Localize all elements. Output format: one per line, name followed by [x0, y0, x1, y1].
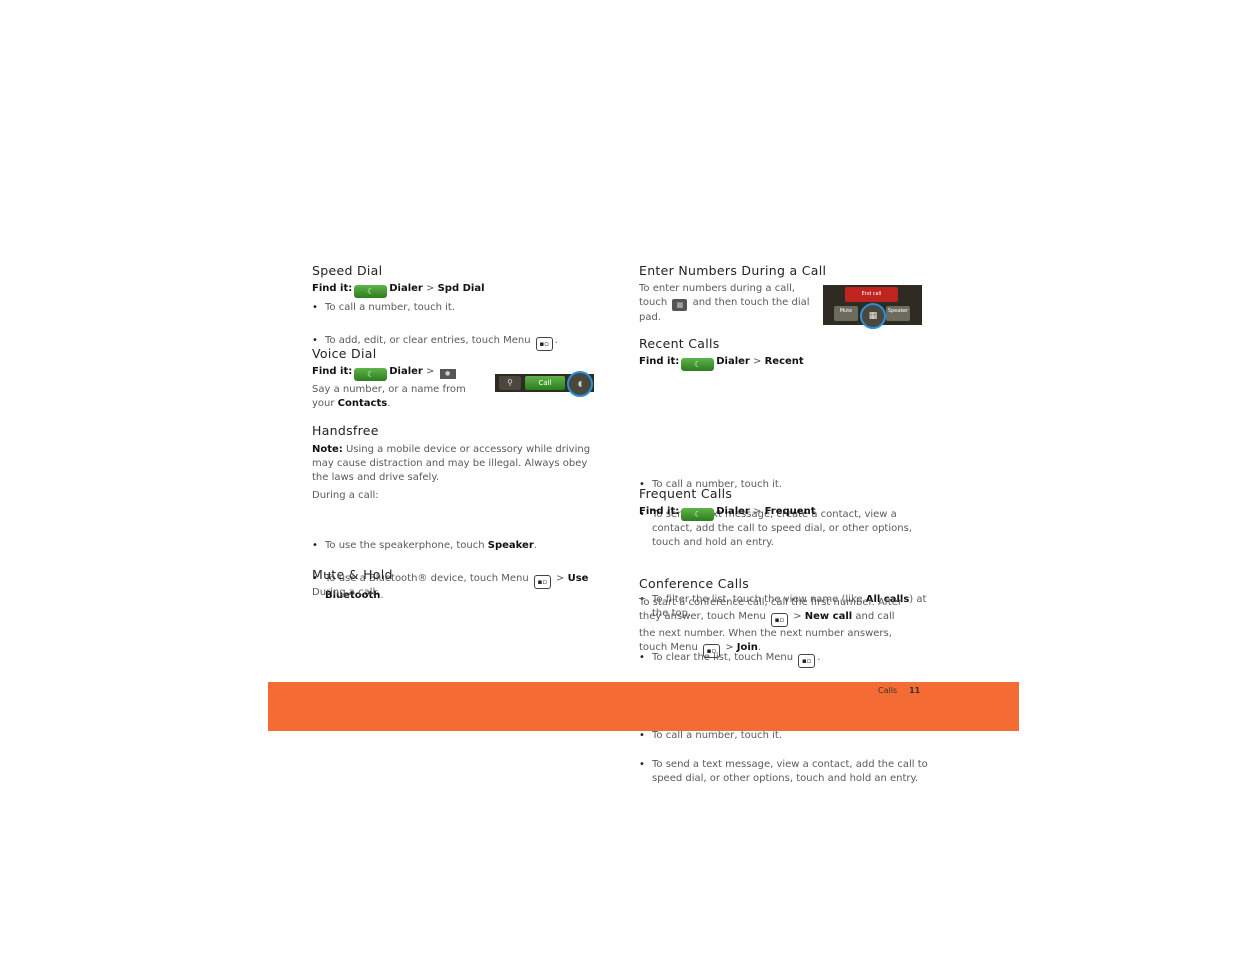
text: > [749, 356, 765, 367]
bold-text: New call [804, 611, 853, 622]
text: To send a text message, view a contact, … [652, 759, 928, 784]
text: . [554, 335, 558, 346]
bold-text: Join [736, 642, 758, 653]
mute-image: Mute [834, 306, 858, 321]
text: > [722, 642, 737, 653]
enter-numbers-body: To enter numbers during a call, touch ▦ … [639, 282, 817, 325]
page-number: 11 [909, 686, 921, 695]
heading-conference-calls: Conference Calls [639, 576, 750, 591]
bullet: To call a number, touch it. [639, 729, 937, 743]
heading-voice-dial: Voice Dial [312, 346, 377, 361]
text: > [749, 506, 765, 517]
text: . [757, 642, 762, 653]
text: > [790, 611, 805, 622]
text: Using a mobile device or accessory while… [312, 444, 591, 483]
text: To call a number, touch it. [325, 302, 456, 313]
bold-text: Dialer [716, 356, 750, 367]
bold-text: Find it: [312, 283, 353, 294]
footer: Calls 11 [878, 686, 920, 695]
bold-text: Dialer [389, 366, 423, 377]
phone-icon: ☾ [354, 368, 388, 381]
during-call-label: During a call: [312, 490, 379, 501]
text: > [422, 283, 438, 294]
bullet: To call a number, touch it. [312, 301, 605, 315]
menu-icon: ▪▫ [535, 337, 553, 351]
footer-section: Calls [878, 686, 898, 695]
voice-dial-body: Say a number, or a name from your Contac… [312, 383, 477, 411]
phone-icon: ☾ [681, 358, 715, 371]
menu-icon: ▪▫ [771, 613, 789, 627]
bold-text: Recent [764, 356, 804, 367]
conference-body: To start a conference call, call the fir… [639, 596, 914, 658]
heading-enter-numbers: Enter Numbers During a Call [639, 263, 827, 278]
speaker-image: Speaker [886, 306, 910, 321]
handsfree-note: Note: Using a mobile device or accessory… [312, 443, 597, 485]
find-it-frequent: Find it: ☾ Dialer > Frequent [639, 505, 815, 521]
call-button-image: Call [525, 376, 565, 390]
text: To call a number, touch it. [652, 730, 783, 741]
heading-speed-dial: Speed Dial [312, 263, 383, 278]
bold-text: Frequent [764, 506, 816, 517]
menu-icon: ▪▫ [533, 575, 551, 589]
bold-text: Spd Dial [437, 283, 485, 294]
bold-text: Speaker [487, 540, 534, 551]
text: To add, edit, or clear entries, touch Me… [325, 335, 534, 346]
phone-icon: ☾ [681, 508, 715, 521]
text: . [387, 398, 391, 409]
heading-handsfree: Handsfree [312, 423, 379, 438]
bullet: To send a text message, view a contact, … [639, 758, 937, 786]
bold-text: Dialer [716, 506, 750, 517]
find-it-speed-dial: Find it: ☾ Dialer > Spd Dial [312, 282, 485, 298]
bullet: To use the speakerphone, touch Speaker. [312, 539, 605, 553]
bold-text: Dialer [389, 283, 423, 294]
end-call-image: End call [845, 287, 898, 302]
in-call-screenshot: End call Mute ▦ Speaker [823, 285, 922, 329]
find-it-recent: Find it: ☾ Dialer > Recent [639, 355, 804, 371]
microphone-icon: ◖ [567, 371, 593, 397]
bold-text: Find it: [639, 356, 680, 367]
microphone-icon: ● [439, 369, 456, 379]
search-icon: ⚲ [499, 376, 521, 390]
bold-text: Find it: [312, 366, 353, 377]
menu-icon: ▪▫ [703, 644, 721, 658]
dialpad-icon: ▦ [672, 299, 688, 311]
text: > [552, 573, 568, 584]
heading-mute-hold: Mute & Hold [312, 567, 393, 582]
heading-recent-calls: Recent Calls [639, 336, 720, 351]
text: > [422, 366, 438, 377]
voice-dial-screenshot: ⚲ Call ◖ [495, 371, 594, 397]
bold-text: Find it: [639, 506, 680, 517]
phone-icon: ☾ [354, 285, 388, 298]
text: To use the speakerphone, touch [325, 540, 488, 551]
bold-text: Note: [312, 444, 343, 455]
during-call-label: During a call: [312, 587, 379, 598]
find-it-voice-dial: Find it: ☾ Dialer > ● [312, 365, 458, 381]
heading-frequent-calls: Frequent Calls [639, 486, 733, 501]
bold-text: Contacts [337, 398, 388, 409]
manual-page: Speed Dial Find it:☾Dialer > Spd Dial To… [0, 0, 1235, 954]
dialpad-icon: ▦ [860, 303, 886, 329]
text: . [533, 540, 537, 551]
text: . [380, 590, 384, 601]
